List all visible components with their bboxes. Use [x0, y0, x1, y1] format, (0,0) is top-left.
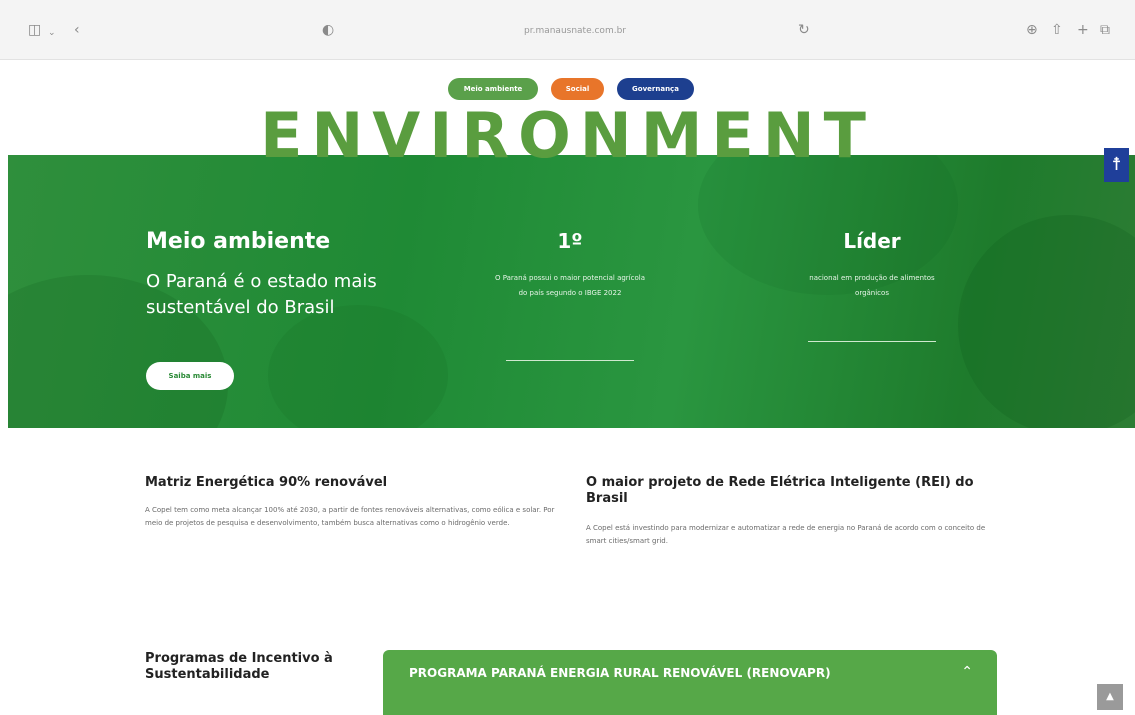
saiba-mais-button[interactable]: Saiba mais	[146, 362, 234, 390]
address-bar[interactable]: pr.manausnate.com.br	[470, 21, 680, 41]
shield-icon[interactable]: ◐	[322, 22, 334, 38]
divider	[808, 341, 936, 342]
chevron-left-icon[interactable]: ‹	[74, 22, 80, 38]
right-section-text: A Copel está investindo para modernizar …	[586, 524, 986, 545]
stat-leader-text: nacional em produção de alimentos orgâni…	[809, 274, 935, 297]
hero-subtitle: O Paraná é o estado mais sustentável do …	[146, 271, 377, 318]
chevron-up-icon[interactable]: ⌃	[961, 664, 973, 680]
renovapr-accordion[interactable]: PROGRAMA PARANÁ ENERGIA RURAL RENOVÁVEL …	[383, 650, 997, 715]
right-section-title: O maior projeto de Rede Elétrica Intelig…	[586, 475, 974, 506]
stat-leader: Líder	[843, 229, 901, 253]
plus-icon[interactable]: +	[1077, 22, 1089, 38]
hero-big-word: ENVIRONMENT	[260, 99, 875, 172]
chevron-down-icon[interactable]: ⌄	[48, 25, 56, 41]
reload-icon[interactable]: ↻	[798, 22, 810, 38]
hero-title: Meio ambiente	[146, 229, 331, 254]
sidebar-icon[interactable]: ◫	[28, 22, 41, 38]
arrow-up-icon[interactable]: ▲	[1097, 684, 1123, 710]
browser-toolbar: ◫ ⌄ ‹ ◐ pr.manausnate.com.br ↻ ⊕ ⇧ + ⧉	[0, 0, 1135, 60]
hero-banner: Meio ambiente O Paraná é o estado mais s…	[8, 155, 1135, 428]
stat-rank-text: O Paraná possui o maior potencial agríco…	[494, 274, 645, 297]
left-section-text: A Copel tem como meta alcançar 100% até …	[145, 506, 555, 527]
accordion-label: PROGRAMA PARANÁ ENERGIA RURAL RENOVÁVEL …	[409, 666, 831, 680]
programs-title: Programas de Incentivo à Sustentabilidad…	[145, 651, 333, 682]
divider	[506, 360, 634, 361]
left-section-title: Matriz Energética 90% renovável	[145, 475, 388, 490]
download-icon[interactable]: ⊕	[1026, 22, 1038, 38]
tabs-icon[interactable]: ⧉	[1100, 22, 1110, 38]
share-icon[interactable]: ⇧	[1051, 22, 1063, 38]
stat-rank: 1º	[557, 229, 583, 253]
accessibility-icon[interactable]: ☨	[1104, 148, 1129, 182]
